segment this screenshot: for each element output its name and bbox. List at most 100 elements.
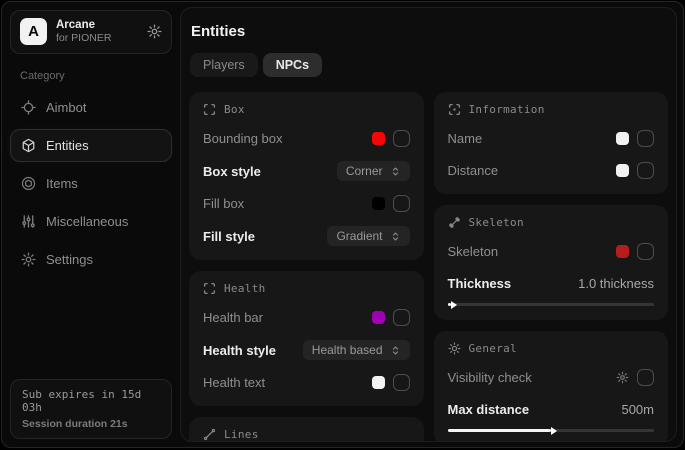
slider-row: Thickness 1.0 thickness	[448, 274, 655, 293]
corner-brackets-icon	[203, 282, 216, 295]
sliders-icon	[21, 214, 36, 229]
fill-box-checkbox[interactable]	[393, 195, 410, 212]
dropdown-value: Health based	[312, 343, 383, 357]
diagonal-line-icon	[203, 428, 216, 441]
gear-icon[interactable]	[147, 24, 162, 39]
setting-label: Max distance	[448, 402, 530, 417]
setting-label: Box style	[203, 164, 261, 179]
chevron-up-down-icon	[390, 231, 401, 242]
information-card: Information Name Distance	[434, 92, 669, 194]
setting-label: Fill box	[203, 196, 244, 211]
corner-brackets-icon	[203, 103, 216, 116]
sidebar-item-items[interactable]: Items	[10, 167, 172, 200]
skeleton-card: Skeleton Skeleton Thickness 1.0 thicknes…	[434, 205, 669, 320]
health-card: Health Health bar Health style Health ba…	[189, 271, 424, 406]
slider-value: 1.0 thickness	[578, 276, 654, 291]
page-title: Entities	[191, 23, 668, 40]
setting-label: Distance	[448, 163, 499, 178]
app-logo: A	[20, 18, 47, 45]
slider-row: Max distance 500m	[448, 400, 655, 419]
sidebar-item-aimbot[interactable]: Aimbot	[10, 91, 172, 124]
bone-icon	[448, 216, 461, 229]
setting-row: Skeleton	[448, 242, 655, 261]
box-style-dropdown[interactable]: Corner	[337, 161, 410, 181]
sidebar-item-label: Settings	[46, 252, 93, 267]
max-distance-slider[interactable]	[448, 429, 655, 432]
card-title: Skeleton	[469, 216, 524, 229]
color-swatch[interactable]	[616, 164, 629, 177]
visibility-check-checkbox[interactable]	[637, 369, 654, 386]
app-name: Arcane	[56, 18, 138, 32]
app-header-card: A Arcane for PIONER	[10, 10, 172, 54]
setting-row: Fill box	[203, 194, 410, 213]
name-checkbox[interactable]	[637, 130, 654, 147]
setting-label: Bounding box	[203, 131, 283, 146]
right-column: Information Name Distance	[434, 92, 669, 442]
setting-label: Thickness	[448, 276, 512, 291]
card-title: General	[469, 342, 517, 355]
lines-card-header: Lines	[203, 428, 410, 441]
skeleton-card-header: Skeleton	[448, 216, 655, 229]
sidebar-item-label: Aimbot	[46, 100, 86, 115]
bounding-box-checkbox[interactable]	[393, 130, 410, 147]
left-column: Box Bounding box Box style Corner	[189, 92, 424, 442]
box-card: Box Bounding box Box style Corner	[189, 92, 424, 260]
color-swatch[interactable]	[616, 132, 629, 145]
information-card-header: Information	[448, 103, 655, 116]
distance-checkbox[interactable]	[637, 162, 654, 179]
setting-row: Health style Health based	[203, 340, 410, 360]
setting-label: Health bar	[203, 310, 263, 325]
crosshair-icon	[21, 100, 36, 115]
color-swatch[interactable]	[372, 376, 385, 389]
setting-row: Box style Corner	[203, 161, 410, 181]
entities-icon	[21, 138, 36, 153]
sidebar-item-entities[interactable]: Entities	[10, 129, 172, 162]
tab-players[interactable]: Players	[190, 53, 258, 77]
dropdown-value: Gradient	[336, 229, 382, 243]
category-label: Category	[20, 70, 172, 82]
setting-label: Visibility check	[448, 370, 532, 385]
scan-info-icon	[448, 103, 461, 116]
sidebar-item-settings[interactable]: Settings	[10, 243, 172, 276]
sidebar-item-label: Entities	[46, 138, 89, 153]
gear-icon	[21, 252, 36, 267]
gear-icon[interactable]	[616, 371, 629, 384]
sidebar-item-label: Items	[46, 176, 78, 191]
card-title: Information	[469, 103, 545, 116]
app-window: A Arcane for PIONER Category Aimbot Enti…	[1, 1, 684, 448]
sun-icon	[448, 342, 461, 355]
session-duration-text: Session duration 21s	[22, 418, 160, 430]
health-text-checkbox[interactable]	[393, 374, 410, 391]
color-swatch[interactable]	[372, 311, 385, 324]
health-style-dropdown[interactable]: Health based	[303, 340, 410, 360]
setting-row: Health text	[203, 373, 410, 392]
main-panel: Entities Players NPCs Box Bounding box	[180, 7, 677, 442]
setting-label: Name	[448, 131, 483, 146]
box-card-header: Box	[203, 103, 410, 116]
box-icon	[21, 176, 36, 191]
color-swatch[interactable]	[372, 197, 385, 210]
chevron-up-down-icon	[390, 345, 401, 356]
setting-row: Bounding box	[203, 129, 410, 148]
slider-fill[interactable]	[448, 429, 551, 432]
setting-row: Name	[448, 129, 655, 148]
general-card-header: General	[448, 342, 655, 355]
general-card: General Visibility check Max distance	[434, 331, 669, 442]
skeleton-checkbox[interactable]	[637, 243, 654, 260]
health-bar-checkbox[interactable]	[393, 309, 410, 326]
app-title-block: Arcane for PIONER	[56, 18, 138, 46]
thickness-slider[interactable]	[448, 303, 655, 306]
slider-value: 500m	[621, 402, 654, 417]
fill-style-dropdown[interactable]: Gradient	[327, 226, 409, 246]
card-title: Box	[224, 103, 245, 116]
tab-npcs[interactable]: NPCs	[263, 53, 322, 77]
color-swatch[interactable]	[372, 132, 385, 145]
entity-type-tabs: Players NPCs	[190, 53, 668, 77]
app-subtitle: for PIONER	[56, 32, 138, 45]
color-swatch[interactable]	[616, 245, 629, 258]
lines-card: Lines View line Line to enemy	[189, 417, 424, 442]
sidebar-item-miscellaneous[interactable]: Miscellaneous	[10, 205, 172, 238]
card-title: Health	[224, 282, 266, 295]
slider-fill[interactable]	[448, 303, 451, 306]
subscription-info-card: Sub expires in 15d 03h Session duration …	[10, 379, 172, 439]
